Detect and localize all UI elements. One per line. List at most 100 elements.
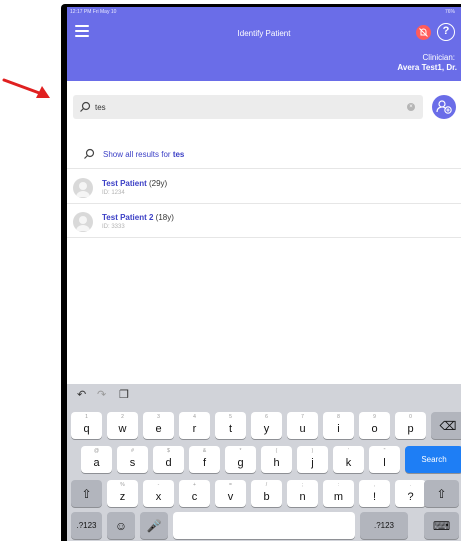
key-question[interactable]: .? [395, 480, 426, 507]
key-n[interactable]: ; n [287, 480, 318, 507]
key-label: x [155, 491, 162, 503]
avatar [73, 212, 93, 232]
key-label: w [118, 423, 127, 435]
key-i[interactable]: 8i [323, 412, 354, 439]
key-label: .?123 [373, 521, 395, 530]
patient-name: Test Patient 2 (18y) [102, 213, 174, 222]
key-f[interactable]: & f [189, 446, 220, 473]
key-label: r [192, 423, 197, 435]
key-alt-label: 8 [337, 414, 340, 420]
key-alt-label: ; [301, 482, 304, 488]
key-label: h [273, 457, 280, 469]
help-button[interactable]: ? [437, 23, 455, 41]
shift-key-right[interactable]: ⇧ [424, 480, 459, 507]
key-label: u [299, 423, 306, 435]
patient-row[interactable]: Test Patient 2 (18y) ID: 3333 [67, 205, 461, 238]
key-p[interactable]: 0p [395, 412, 426, 439]
key-q[interactable]: 1q [71, 412, 102, 439]
key-label: a [93, 457, 100, 469]
key-u[interactable]: 7u [287, 412, 318, 439]
hide-keyboard-key[interactable]: ⌨ [424, 512, 459, 539]
key-label: ! [372, 491, 377, 503]
key-exclamation[interactable]: ,! [359, 480, 390, 507]
search-input[interactable] [95, 98, 395, 116]
add-patient-button[interactable] [432, 95, 456, 119]
key-alt-label: 6 [265, 414, 268, 420]
backspace-key[interactable]: ⌫ [431, 412, 461, 439]
app-header: 12:17 PM Fri May 10 76% Identify Patient… [67, 7, 461, 81]
key-alt-label: / [265, 482, 268, 488]
key-alt-label: 1 [85, 414, 88, 420]
dictation-key[interactable]: 🎤 [140, 512, 168, 539]
key-label: t [228, 423, 233, 435]
key-y[interactable]: 6y [251, 412, 282, 439]
key-v[interactable]: = v [215, 480, 246, 507]
key-alt-label: = [229, 482, 232, 488]
key-alt-label: # [131, 448, 134, 454]
key-alt-label: , [373, 482, 376, 488]
page-title: Identify Patient [237, 29, 291, 38]
key-label: ⌨ [432, 519, 451, 533]
key-z[interactable]: % z [107, 480, 138, 507]
key-alt-label: $ [167, 448, 170, 454]
key-alt-label: 3 [157, 414, 160, 420]
tablet-frame: 12:17 PM Fri May 10 76% Identify Patient… [61, 4, 461, 541]
shift-key-left[interactable]: ⇧ [71, 480, 102, 507]
key-d[interactable]: $ d [153, 446, 184, 473]
key-alt-label: @ [93, 448, 100, 454]
key-alt-label: - [157, 482, 160, 488]
key-alt-label: % [120, 482, 125, 488]
key-alt-label: . [409, 482, 412, 488]
key-j[interactable]: ) j [297, 446, 328, 473]
patient-id: ID: 1234 [102, 190, 125, 196]
key-label: .?123 [76, 521, 97, 530]
avatar [73, 178, 93, 198]
key-label: ⇧ [81, 487, 92, 501]
redo-icon[interactable]: ↷ [97, 388, 106, 401]
key-c[interactable]: + c [179, 480, 210, 507]
numbers-key-right[interactable]: .?123 [360, 512, 408, 539]
add-user-icon [436, 100, 452, 114]
paste-icon[interactable]: ❐ [119, 388, 129, 401]
space-bar[interactable] [173, 512, 355, 539]
key-k[interactable]: ' k [333, 446, 364, 473]
key-alt-label: ' [348, 448, 349, 454]
key-alt-label: ( [275, 448, 278, 454]
key-w[interactable]: 2w [107, 412, 138, 439]
key-label: c [191, 491, 198, 503]
key-label: q [83, 423, 90, 435]
key-label: s [129, 457, 136, 469]
key-label: o [371, 423, 378, 435]
key-label: n [299, 491, 306, 503]
key-h[interactable]: (h [261, 446, 292, 473]
numbers-key-left[interactable]: .?123 [71, 512, 102, 539]
key-label: i [337, 423, 340, 435]
patient-row[interactable]: Test Patient (29y) ID: 1234 [67, 171, 461, 204]
key-g[interactable]: * g [225, 446, 256, 473]
patient-id: ID: 3333 [102, 224, 125, 230]
key-r[interactable]: 4r [179, 412, 210, 439]
key-a[interactable]: @ a [81, 446, 112, 473]
search-key[interactable]: Search [405, 446, 461, 473]
key-l[interactable]: " l [369, 446, 400, 473]
clear-search-icon[interactable]: × [407, 103, 415, 111]
key-s[interactable]: # s [117, 446, 148, 473]
key-label: b [263, 491, 270, 503]
emoji-key[interactable]: ☺ [107, 512, 135, 539]
key-t[interactable]: 5t [215, 412, 246, 439]
show-all-results-link[interactable]: Show all results for tes [67, 143, 461, 169]
key-x[interactable]: -x [143, 480, 174, 507]
key-b[interactable]: / b [251, 480, 282, 507]
alert-off-icon[interactable] [416, 25, 431, 40]
key-label: g [237, 457, 244, 469]
clinician-label: Clinician: [422, 53, 455, 62]
key-o[interactable]: 9o [359, 412, 390, 439]
key-label: ? [407, 491, 414, 503]
key-label: 🎤 [146, 519, 162, 533]
onscreen-keyboard: ↶ ↷ ❐ 1 q 2 w 3 e 4 r 5 t 6 y 7 u 8 i 9 o 0 p ⌫ @ a # s $ d & f * g(h)… [67, 384, 461, 541]
search-icon [80, 101, 91, 112]
undo-icon[interactable]: ↶ [77, 388, 86, 401]
key-e[interactable]: 3e [143, 412, 174, 439]
key-m[interactable]: :m [323, 480, 354, 507]
app-screen: 12:17 PM Fri May 10 76% Identify Patient… [67, 7, 461, 541]
